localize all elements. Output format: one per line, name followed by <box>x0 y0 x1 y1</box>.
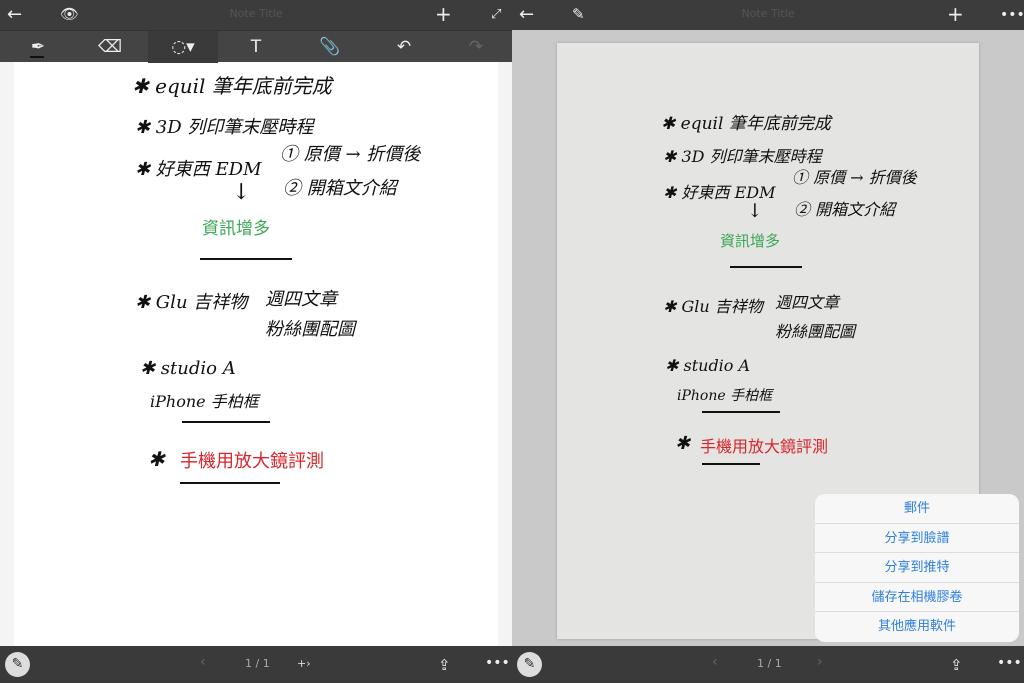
top-bar: ← 👁 Note Title + ⤢ <box>0 0 512 30</box>
add-icon[interactable]: + <box>947 4 964 24</box>
hand-line: ① 原價 → 折價後 <box>792 168 917 187</box>
drawing-toolbar: ✒ ⌫ ◌▾ T 📎 ↶ ↷ <box>0 30 512 63</box>
page-indicator: 1 / 1 <box>245 657 270 670</box>
top-bar: ← ✎ Note Title + ••• <box>512 0 1024 30</box>
underline <box>730 266 802 268</box>
prev-page-icon[interactable]: ‹ <box>712 654 718 670</box>
pen-avatar-icon[interactable]: ✎ <box>517 652 542 677</box>
share-email[interactable]: 郵件 <box>815 494 1019 524</box>
hand-line: 週四文章 <box>775 293 840 312</box>
underline <box>200 258 292 260</box>
share-icon[interactable]: ⇪ <box>438 656 451 674</box>
view-pane: ← ✎ Note Title + ••• ✱ equil 筆年底前完成 ✱ 3D… <box>512 0 1024 683</box>
more-icon[interactable]: ••• <box>485 654 510 672</box>
hand-line: ✱ studio A <box>140 358 236 379</box>
hand-line: iPhone 手柏框 <box>150 392 259 411</box>
more-icon[interactable]: ••• <box>997 654 1022 672</box>
add-page-icon[interactable]: +› <box>297 657 311 670</box>
hand-line: ② 開箱文介紹 <box>794 200 896 219</box>
hand-line: 粉絲團配圖 <box>775 322 856 341</box>
redo-icon[interactable]: ↷ <box>446 31 506 63</box>
arrow-down: ↓ <box>747 200 763 222</box>
hand-line: ① 原價 → 折價後 <box>280 144 421 165</box>
hand-line: ✱ Glu 吉祥物 <box>663 297 763 316</box>
hand-line: ✱ 好東西 EDM <box>135 159 262 180</box>
red-text: 手機用放大鏡評測 <box>180 451 324 472</box>
share-icon[interactable]: ⇪ <box>950 656 963 674</box>
share-twitter[interactable]: 分享到推特 <box>815 553 1019 583</box>
hand-line: ✱ Glu 吉祥物 <box>135 292 248 313</box>
green-text: 資訊增多 <box>202 219 270 239</box>
hand-line: ✱ 3D 列印筆末壓時程 <box>135 117 314 138</box>
eraser-tool-icon[interactable]: ⌫ <box>80 31 140 63</box>
hand-line: ✱ equil 筆年底前完成 <box>132 74 332 98</box>
undo-icon[interactable]: ↶ <box>374 31 434 63</box>
page-indicator: 1 / 1 <box>757 657 782 670</box>
hand-line: ② 開箱文介紹 <box>283 178 397 199</box>
underline <box>180 482 280 484</box>
underline <box>702 463 760 465</box>
fullscreen-icon[interactable]: ⤢ <box>491 6 501 24</box>
underline <box>182 421 270 423</box>
add-icon[interactable]: + <box>435 4 452 24</box>
edit-pane: ← 👁 Note Title + ⤢ ✒ ⌫ ◌▾ T 📎 ↶ ↷ ✱ equi… <box>0 0 512 683</box>
hand-line: ✱ equil 筆年底前完成 <box>661 114 831 134</box>
bottom-bar: ✎ ‹ 1 / 1 +› ⇪ ••• <box>0 646 512 683</box>
page-edge <box>498 62 512 646</box>
arrow-down: ↓ <box>232 180 251 205</box>
lasso-tool-icon[interactable]: ◌▾ <box>148 31 218 63</box>
more-top-icon[interactable]: ••• <box>1000 6 1024 24</box>
green-text: 資訊增多 <box>720 232 781 250</box>
hand-line: 週四文章 <box>265 289 337 310</box>
red-text: 手機用放大鏡評測 <box>700 437 829 456</box>
hand-line: 粉絲團配圖 <box>265 319 355 340</box>
hand-line: ✱ studio A <box>665 356 751 375</box>
share-menu: 郵件 分享到臉譜 分享到推特 儲存在相機膠卷 其他應用軟件 <box>815 494 1019 642</box>
text-tool-icon[interactable]: T <box>226 31 286 63</box>
attach-icon[interactable]: 📎 <box>300 31 360 63</box>
next-page-icon[interactable]: › <box>817 654 823 670</box>
hand-line: iPhone 手柏框 <box>677 388 773 404</box>
page-edge <box>0 62 14 646</box>
bottom-bar: ✎ ‹ 1 / 1 › ⇪ ••• <box>512 646 1024 683</box>
pen-tool-icon[interactable]: ✒ <box>8 31 68 63</box>
underline <box>702 411 780 413</box>
hand-star: ✱ <box>675 433 691 454</box>
share-other-apps[interactable]: 其他應用軟件 <box>815 612 1019 642</box>
prev-page-icon[interactable]: ‹ <box>200 654 206 670</box>
share-facebook[interactable]: 分享到臉譜 <box>815 524 1019 554</box>
hand-star: ✱ <box>148 447 165 471</box>
pen-avatar-icon[interactable]: ✎ <box>5 652 30 677</box>
save-camera-roll[interactable]: 儲存在相機膠卷 <box>815 583 1019 613</box>
